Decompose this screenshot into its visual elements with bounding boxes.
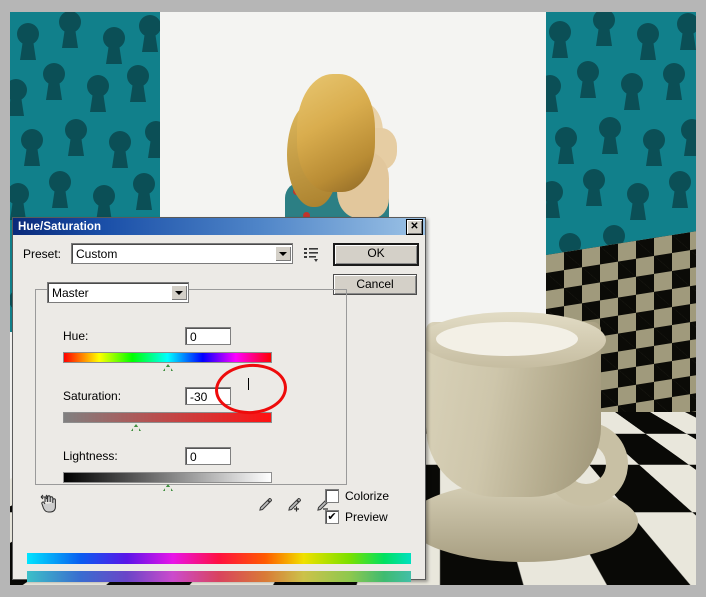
close-icon[interactable]: ✕ — [406, 218, 423, 235]
lightness-slider-thumb[interactable] — [162, 484, 173, 491]
hue-slider-group: Hue: 0 — [63, 327, 331, 371]
cup-rim — [420, 312, 606, 368]
lightness-slider-group: Lightness: 0 — [63, 447, 331, 491]
saturation-value-field[interactable]: -30 — [185, 387, 231, 405]
dialog-body: Preset: Custom OK Cancel Master Hue: 0 S… — [13, 235, 425, 582]
saturation-slider-group: Saturation: -30 — [63, 387, 331, 431]
lightness-value-field[interactable]: 0 — [185, 447, 231, 465]
colorize-label: Colorize — [345, 489, 390, 503]
hue-spectrum-adjusted[interactable] — [27, 571, 411, 582]
preset-label: Preset: — [23, 246, 62, 261]
hue-spectrum-original[interactable] — [27, 553, 411, 564]
hand-adjust-icon[interactable] — [39, 493, 61, 515]
preview-label: Preview — [345, 510, 388, 524]
coffee-cup — [408, 312, 638, 562]
chevron-down-icon[interactable] — [171, 285, 187, 300]
hue-spectrum-bars — [27, 553, 411, 582]
person-figure — [275, 74, 400, 236]
colorize-checkbox-row[interactable]: Colorize — [325, 489, 411, 503]
dialog-title: Hue/Saturation — [18, 220, 102, 233]
lightness-label: Lightness: — [63, 449, 118, 463]
channel-dropdown[interactable]: Master — [47, 282, 189, 303]
eyedropper-plus-icon[interactable] — [286, 497, 302, 514]
wallpaper-right — [546, 12, 696, 257]
hue-slider-thumb[interactable] — [162, 364, 173, 371]
preset-menu-icon[interactable] — [303, 246, 319, 262]
hue-slider-track[interactable] — [63, 352, 272, 371]
hair — [297, 74, 375, 192]
eyedropper-tools — [257, 497, 331, 517]
cup-interior — [436, 322, 578, 356]
lightness-slider-track[interactable] — [63, 472, 272, 491]
eyedropper-icon[interactable] — [257, 497, 273, 514]
hue-value-field[interactable]: 0 — [185, 327, 231, 345]
preset-dropdown[interactable]: Custom — [71, 243, 293, 264]
chevron-down-icon[interactable] — [275, 246, 291, 261]
preset-value: Custom — [76, 246, 118, 261]
keyhole-pattern-icon — [546, 12, 696, 257]
saturation-label: Saturation: — [63, 389, 122, 403]
saturation-slider-track[interactable] — [63, 412, 272, 431]
options-column: Colorize ✔ Preview — [325, 489, 411, 531]
hue-saturation-dialog: Hue/Saturation ✕ Preset: Custom OK Cance… — [12, 217, 426, 582]
preview-checkbox-row[interactable]: ✔ Preview — [325, 510, 411, 524]
ok-button[interactable]: OK — [333, 243, 419, 266]
preview-checkbox[interactable]: ✔ — [325, 510, 339, 524]
colorize-checkbox[interactable] — [325, 489, 339, 503]
text-caret — [248, 378, 249, 390]
hue-label: Hue: — [63, 329, 89, 343]
channel-value: Master — [52, 285, 89, 300]
saturation-slider-thumb[interactable] — [131, 424, 142, 431]
dialog-titlebar[interactable]: Hue/Saturation ✕ — [13, 218, 425, 235]
